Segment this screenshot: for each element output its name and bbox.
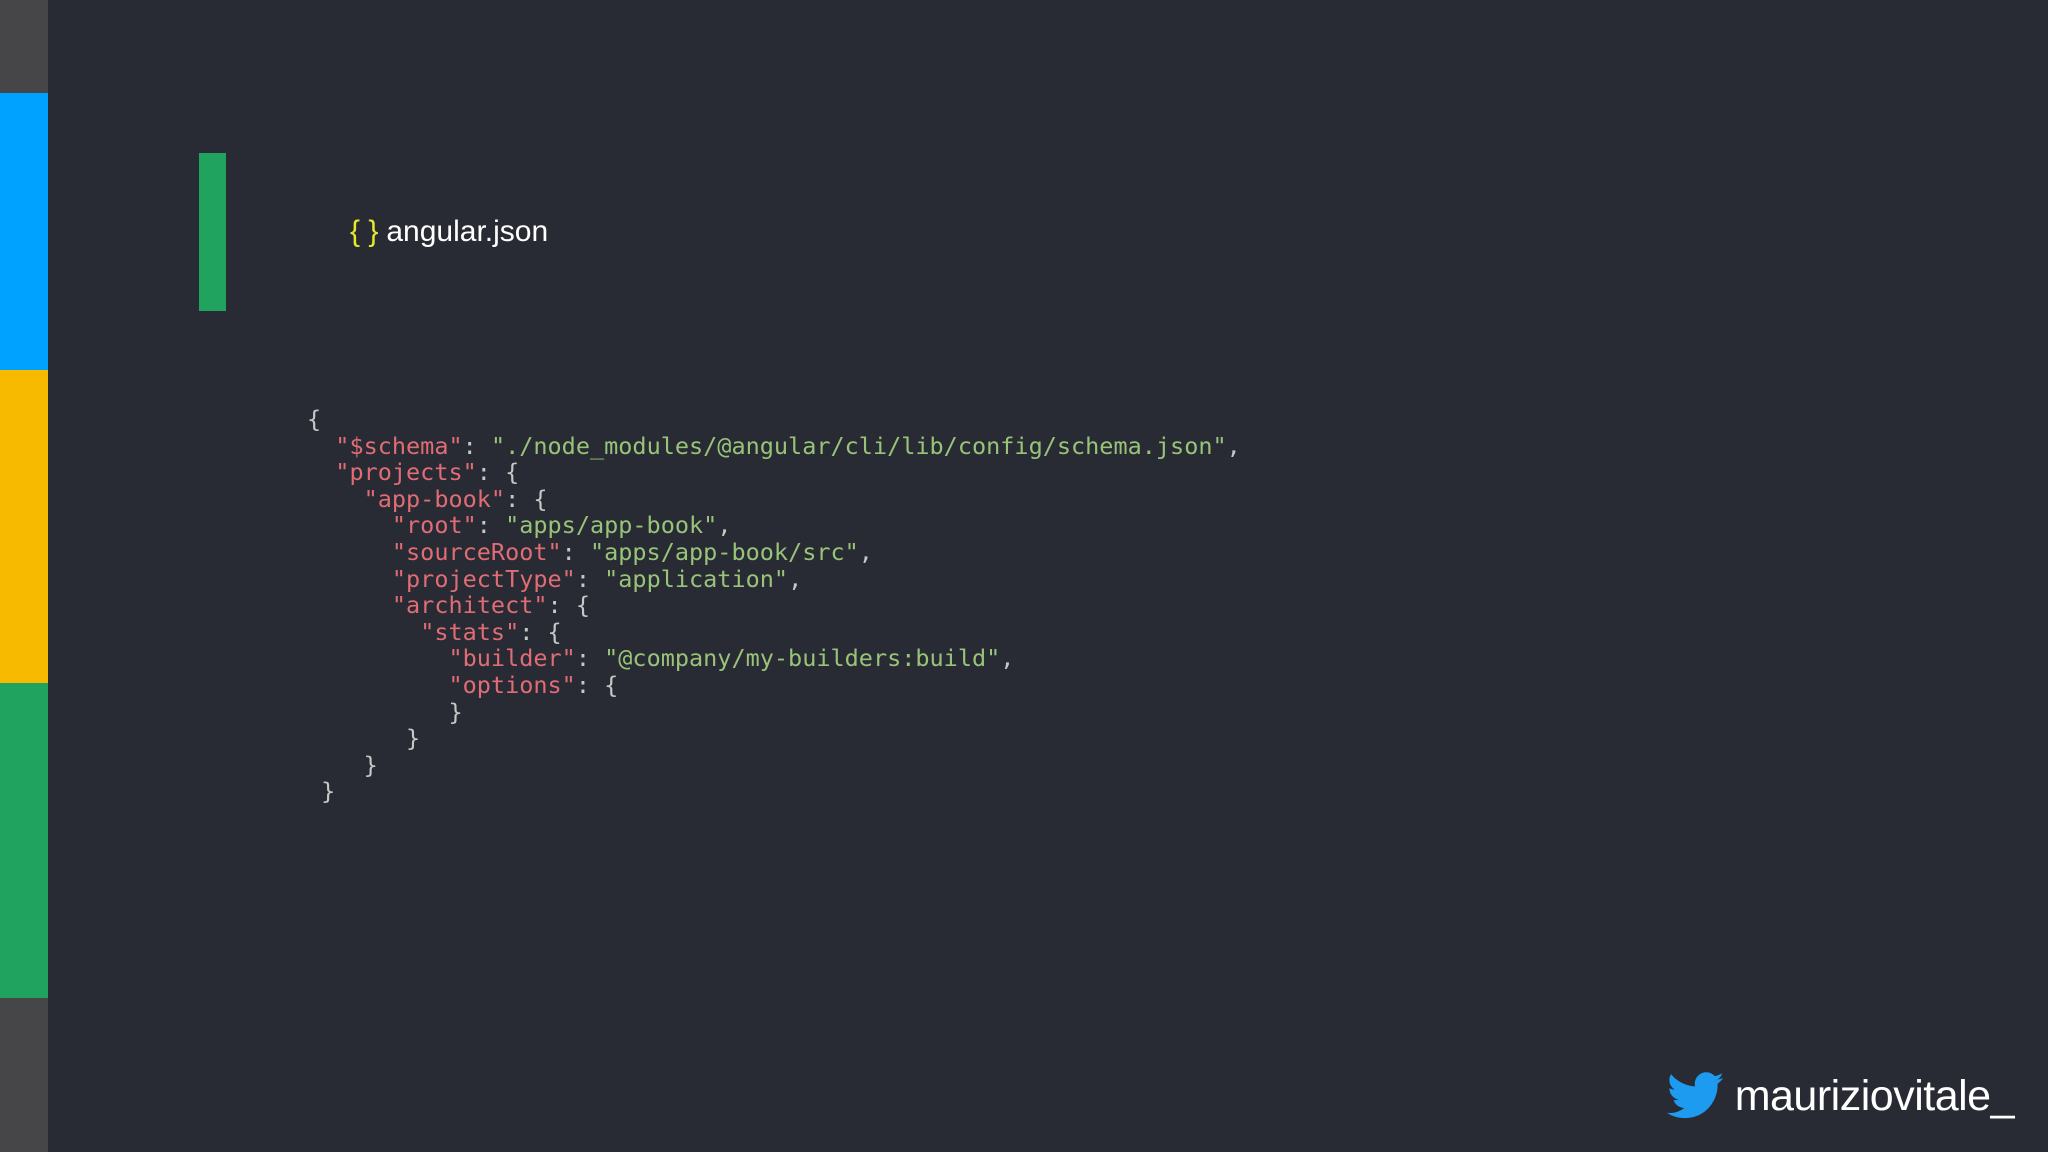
json-key: "root" — [391, 511, 477, 540]
json-punctuation: } — [321, 777, 336, 806]
json-punctuation: , — [788, 564, 803, 593]
json-punctuation: : — [462, 431, 491, 460]
json-key: "stats" — [420, 617, 520, 646]
side-stripe-green — [0, 683, 48, 998]
json-key: "sourceRoot" — [391, 537, 562, 566]
slide-title: { } angular.json — [350, 212, 548, 252]
json-punctuation: : { — [476, 458, 520, 487]
twitter-bird-icon — [1666, 1072, 1724, 1119]
code-line: "builder": "@company/my-builders:build", — [307, 645, 1241, 672]
json-string: "application" — [604, 564, 789, 593]
json-punctuation: , — [717, 511, 732, 540]
side-stripe-blue — [0, 93, 48, 370]
code-line: "root": "apps/app-book", — [307, 512, 1241, 539]
json-key: "builder" — [448, 644, 576, 673]
code-line: { — [307, 406, 1241, 433]
code-line: } — [307, 750, 1241, 779]
code-line: "projectType": "application", — [307, 564, 1241, 593]
json-key: "projectType" — [391, 564, 576, 593]
json-string: "apps/app-book" — [505, 511, 718, 540]
title-filename: angular.json — [386, 215, 549, 248]
code-line: "projects": { — [307, 459, 1241, 486]
json-punctuation: : — [561, 537, 590, 566]
json-key: "app-book" — [363, 484, 506, 513]
code-line: "app-book": { — [307, 484, 1241, 513]
json-string: "apps/app-book/src" — [589, 537, 859, 566]
json-string: "@company/my-builders:build" — [604, 644, 1001, 673]
json-punctuation: : { — [575, 670, 619, 699]
json-punctuation: : — [575, 564, 605, 593]
code-line: "$schema": "./node_modules/@angular/cli/… — [307, 431, 1241, 460]
json-punctuation: } — [448, 697, 463, 726]
side-stripe-gray-top — [0, 0, 48, 93]
json-punctuation: { — [307, 405, 322, 433]
slide: { } angular.json { "$schema": "./node_mod… — [0, 0, 2048, 1152]
json-punctuation: : { — [547, 591, 590, 620]
code-line: "architect": { — [307, 592, 1241, 619]
json-punctuation: : { — [505, 484, 548, 513]
json-punctuation: : — [476, 511, 506, 540]
code-line: "stats": { — [307, 617, 1241, 646]
code-line: } — [307, 697, 1241, 726]
side-stripe-gray-bottom — [0, 998, 48, 1152]
json-key: "$schema" — [335, 431, 463, 460]
handle-text: mauriziovitale_ — [1734, 1071, 2015, 1120]
json-punctuation: , — [1226, 431, 1241, 460]
code-line: "options": { — [307, 672, 1241, 699]
json-key: "projects" — [335, 458, 477, 487]
json-punctuation: } — [406, 724, 421, 753]
code-line: } — [307, 778, 1241, 805]
json-braces-icon: { } — [350, 215, 379, 248]
json-punctuation: : — [575, 644, 605, 673]
json-key: "architect" — [391, 591, 548, 620]
json-key: "options" — [448, 670, 576, 699]
twitter-handle: mauriziovitale_ — [1666, 1066, 2015, 1126]
side-stripe-yellow — [0, 370, 48, 683]
json-punctuation: : { — [519, 617, 562, 646]
json-punctuation: , — [1000, 644, 1015, 673]
json-string: "./node_modules/@angular/cli/lib/config/… — [490, 431, 1227, 460]
code-block: { "$schema": "./node_modules/@angular/cl… — [307, 406, 1241, 805]
json-punctuation: , — [858, 537, 873, 566]
code-line: } — [307, 725, 1241, 752]
code-line: "sourceRoot": "apps/app-book/src", — [307, 539, 1241, 566]
title-accent-bar — [199, 153, 226, 311]
json-punctuation: } — [363, 750, 378, 779]
